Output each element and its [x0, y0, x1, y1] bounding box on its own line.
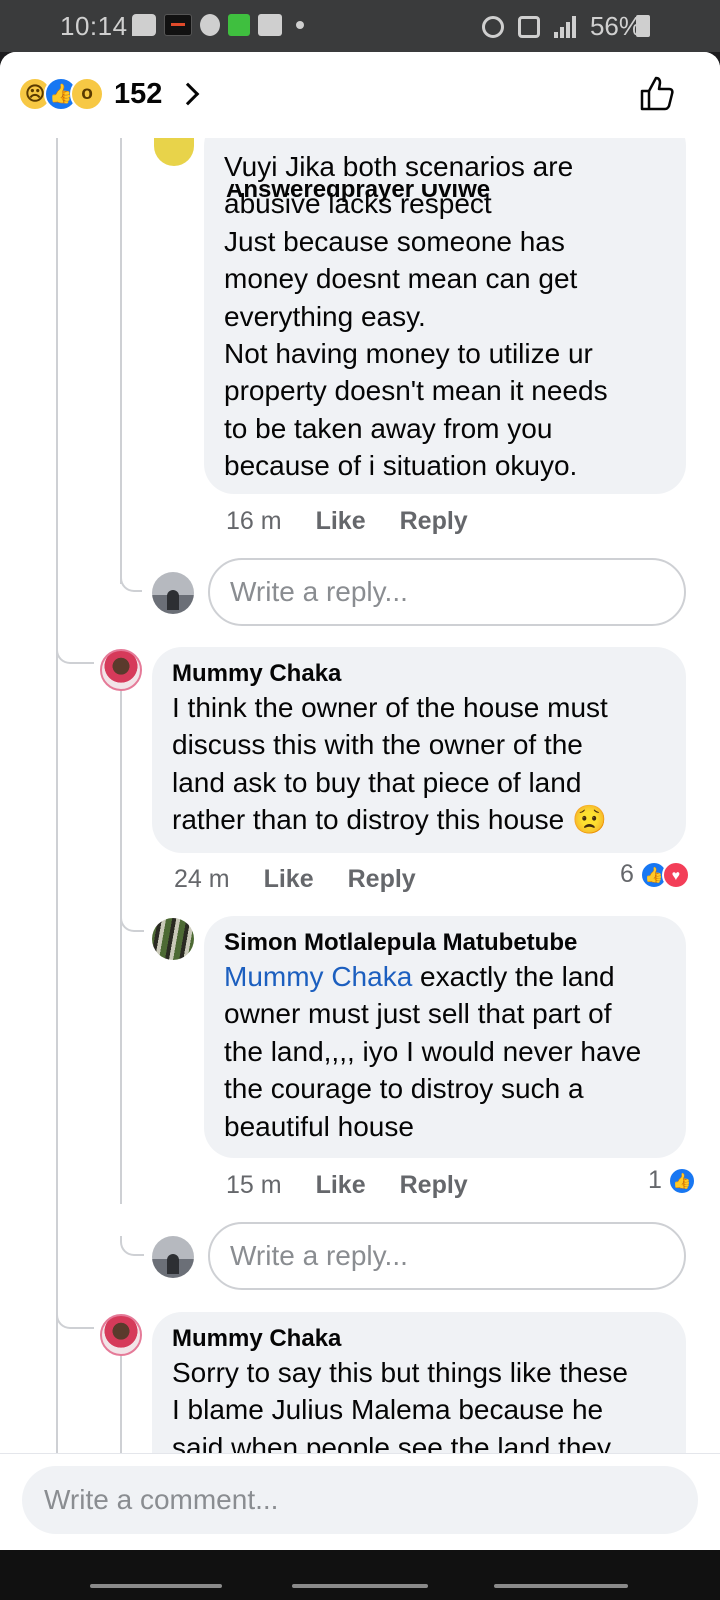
- nav-home-handle[interactable]: [292, 1584, 428, 1588]
- reply-link[interactable]: Reply: [348, 865, 416, 894]
- more-dot-icon: [296, 21, 304, 29]
- reply-input[interactable]: Write a reply...: [208, 1222, 686, 1290]
- thread-connector: [120, 572, 142, 592]
- like-link[interactable]: Like: [316, 1171, 366, 1200]
- comment-bubble: Simon Motlalepula Matubetube Mummy Chaka…: [204, 916, 686, 1158]
- nav-recents-handle[interactable]: [90, 1584, 222, 1588]
- system-nav-bar: [0, 1550, 720, 1600]
- avatar[interactable]: [100, 649, 142, 691]
- comment-input[interactable]: Write a comment...: [22, 1466, 698, 1534]
- like-link[interactable]: Like: [316, 507, 366, 536]
- reaction-count: 1: [648, 1166, 662, 1194]
- message-icon: [132, 14, 156, 36]
- battery-percent: 56%: [589, 11, 642, 41]
- thread-connector: [56, 642, 94, 664]
- comment-text: Sorry to say this but things like these …: [172, 1357, 628, 1463]
- comment-text: Mummy Chaka exactly the land owner must …: [224, 961, 642, 1142]
- thread-line: [120, 684, 122, 1204]
- comment-actions: 24 m Like Reply: [174, 865, 416, 894]
- system-icons: 56%: [481, 11, 642, 42]
- comment-bubble: Mummy Chaka I think the owner of the hou…: [152, 647, 686, 853]
- checkbox-icon: [258, 14, 282, 36]
- reaction-count: 152: [114, 77, 163, 110]
- reaction-count: 6: [620, 860, 634, 888]
- mention-link[interactable]: Mummy Chaka: [224, 961, 412, 992]
- love-reaction-icon: ♥: [661, 860, 690, 889]
- comment-actions: 15 m Like Reply: [226, 1171, 468, 1200]
- comment-bubble: Answeredprayer Uviwe Vuyi Jika both scen…: [204, 116, 686, 494]
- chevron-right-icon: [177, 82, 200, 106]
- reply-link[interactable]: Reply: [400, 507, 468, 536]
- like-link[interactable]: Like: [264, 865, 314, 894]
- comment-composer: Write a comment...: [0, 1453, 720, 1600]
- comment-text: I think the owner of the house must disc…: [172, 692, 608, 836]
- signal-icon: [553, 15, 576, 38]
- avatar[interactable]: [154, 138, 194, 166]
- comments-sheet: ☹ 👍 o 152 Answeredprayer Uviwe Vuyi Jika…: [0, 52, 720, 1600]
- thread-line: [120, 1348, 122, 1458]
- like-reaction-icon: 👍: [667, 1166, 696, 1195]
- comment-author[interactable]: Mummy Chaka: [172, 1324, 666, 1354]
- battery-icon: [636, 15, 650, 37]
- thread-line: [56, 132, 58, 1462]
- green-app-icon: [228, 14, 250, 36]
- like-button-icon[interactable]: [638, 74, 676, 112]
- app-notification-icon: [164, 14, 192, 36]
- reactions-summary[interactable]: ☹ 👍 o 152: [18, 77, 200, 111]
- status-bar: 10:14 56%: [0, 0, 720, 52]
- thread-connector: [120, 912, 144, 932]
- reply-link[interactable]: Reply: [400, 1171, 468, 1200]
- status-time: 10:14: [60, 11, 128, 41]
- comment-reactions[interactable]: 1 👍: [648, 1166, 696, 1195]
- wow-reaction-icon: o: [70, 77, 104, 111]
- comment-time: 24 m: [174, 865, 230, 893]
- comment-reactions[interactable]: 6 👍 ♥: [620, 860, 690, 889]
- alarm-icon: [481, 15, 504, 38]
- thread-line: [120, 132, 122, 584]
- reactions-header: ☹ 👍 o 152: [0, 52, 720, 138]
- comment-actions: 16 m Like Reply: [226, 507, 468, 536]
- user-avatar: [152, 1236, 194, 1278]
- avatar[interactable]: [152, 918, 194, 960]
- thread-connector: [56, 1307, 94, 1329]
- avatar[interactable]: [100, 1314, 142, 1356]
- notification-icon: [200, 14, 220, 36]
- comment-time: 15 m: [226, 1171, 282, 1199]
- comment-time: 16 m: [226, 507, 282, 535]
- comment-author[interactable]: Mummy Chaka: [172, 659, 666, 689]
- mute-icon: [517, 15, 540, 38]
- notification-icons: [132, 14, 304, 36]
- nav-back-handle[interactable]: [494, 1584, 628, 1588]
- user-avatar: [152, 572, 194, 614]
- reply-input[interactable]: Write a reply...: [208, 558, 686, 626]
- thread-connector: [120, 1236, 144, 1256]
- comment-author[interactable]: Simon Motlalepula Matubetube: [224, 928, 666, 958]
